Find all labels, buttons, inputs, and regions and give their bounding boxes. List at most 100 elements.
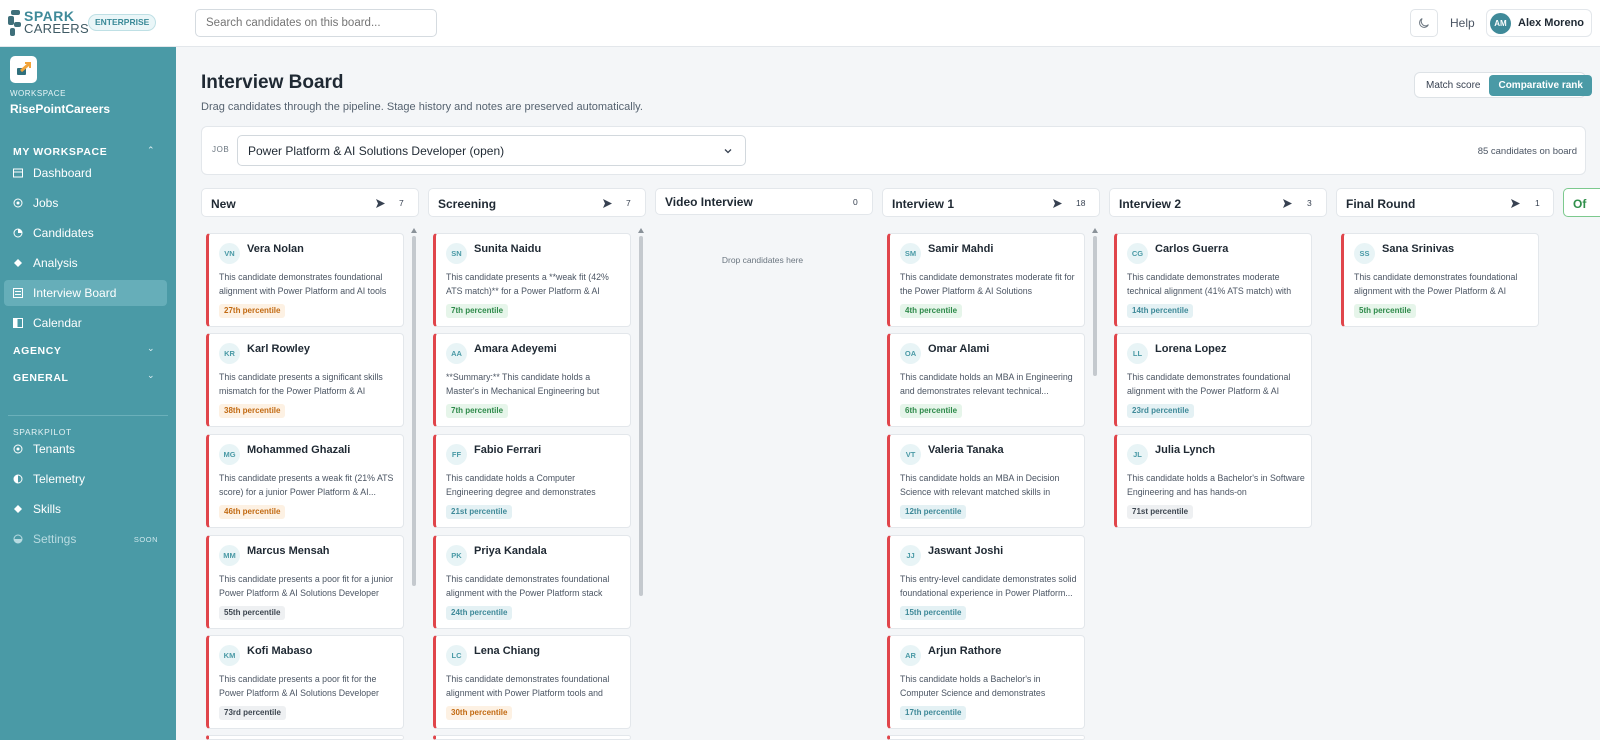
candidate-card[interactable]: FF Fabio Ferrari This candidate holds a … bbox=[433, 434, 631, 528]
candidate-card[interactable]: MM Marcus Mensah This candidate presents… bbox=[206, 535, 404, 629]
sidebar-item-skills[interactable]: Skills bbox=[4, 496, 167, 522]
column-title: Of bbox=[1573, 197, 1587, 211]
column-header-final-round[interactable]: Final Round 1 bbox=[1336, 188, 1554, 217]
percentile-badge: 21st percentile bbox=[446, 505, 513, 519]
avatar: AM bbox=[1490, 12, 1511, 34]
candidate-card[interactable] bbox=[433, 735, 631, 740]
moon-icon bbox=[1419, 18, 1429, 28]
candidate-card[interactable]: AR Arjun Rathore This candidate holds a … bbox=[887, 635, 1085, 729]
candidate-name: Fabio Ferrari bbox=[474, 444, 542, 456]
workspace-name[interactable]: RisePointCareers bbox=[10, 102, 110, 116]
chevron-up-icon[interactable]: ⌃ bbox=[147, 145, 155, 156]
job-select[interactable]: Power Platform & AI Solutions Developer … bbox=[237, 135, 746, 166]
percentile-badge: 23rd percentile bbox=[1127, 404, 1194, 418]
avatar: SS bbox=[1354, 243, 1375, 264]
avatar: AR bbox=[900, 645, 921, 666]
send-icon[interactable] bbox=[1282, 198, 1293, 209]
sidebar-item-dashboard[interactable]: Dashboard bbox=[4, 160, 167, 186]
sidebar-item-calendar[interactable]: Calendar bbox=[4, 310, 167, 336]
chevron-down-icon[interactable]: ⌄ bbox=[147, 343, 155, 354]
column-header-screening[interactable]: Screening 7 bbox=[428, 188, 646, 217]
candidate-name: Mohammed Ghazali bbox=[247, 444, 351, 456]
sidebar-item-telemetry[interactable]: Telemetry bbox=[4, 466, 167, 492]
avatar: JL bbox=[1127, 444, 1148, 465]
comparative-rank-toggle[interactable]: Comparative rank bbox=[1489, 74, 1592, 96]
candidate-card[interactable]: SS Sana Srinivas This candidate demonstr… bbox=[1341, 233, 1539, 327]
send-icon[interactable] bbox=[1510, 198, 1521, 209]
candidate-summary: This candidate demonstrates foundational… bbox=[219, 272, 387, 296]
avatar: AA bbox=[446, 343, 467, 364]
candidate-card[interactable]: KR Karl Rowley This candidate presents a… bbox=[206, 333, 404, 427]
candidate-card[interactable]: PK Priya Kandala This candidate demonstr… bbox=[433, 535, 631, 629]
candidate-card[interactable]: JL Julia Lynch This candidate holds a Ba… bbox=[1114, 434, 1312, 528]
column-header-offer[interactable]: Of bbox=[1563, 188, 1600, 217]
job-select-value: Power Platform & AI Solutions Developer … bbox=[248, 143, 505, 158]
send-icon[interactable] bbox=[602, 198, 613, 209]
percentile-badge: 7th percentile bbox=[446, 304, 509, 318]
top-bar: SPARK CAREERS ENTERPRISE Help AM Alex Mo… bbox=[0, 0, 1600, 47]
send-icon[interactable] bbox=[1052, 198, 1063, 209]
scroll-up-icon[interactable] bbox=[411, 228, 417, 233]
job-label: JOB bbox=[212, 145, 230, 154]
section-general[interactable]: GENERAL bbox=[13, 372, 69, 384]
column-header-video-interview[interactable]: Video Interview 0 bbox=[655, 188, 873, 215]
scroll-up-icon[interactable] bbox=[1092, 228, 1098, 233]
candidate-summary: This candidate holds a Bachelor's in Sof… bbox=[1127, 473, 1305, 497]
sidebar-item-tenants[interactable]: Tenants bbox=[4, 436, 167, 462]
candidate-card[interactable]: VN Vera Nolan This candidate demonstrate… bbox=[206, 233, 404, 327]
column-header-interview-2[interactable]: Interview 2 3 bbox=[1109, 188, 1327, 217]
candidate-card[interactable]: LC Lena Chiang This candidate demonstrat… bbox=[433, 635, 631, 729]
column-scrollbar[interactable] bbox=[1093, 236, 1097, 376]
candidate-summary: This candidate holds an MBA in Engineeri… bbox=[900, 372, 1073, 396]
match-score-toggle[interactable]: Match score bbox=[1417, 75, 1489, 96]
avatar: CG bbox=[1127, 243, 1148, 264]
workspace-logo bbox=[10, 56, 37, 83]
column-scrollbar[interactable] bbox=[412, 236, 416, 586]
help-link[interactable]: Help bbox=[1450, 16, 1475, 30]
candidate-summary: This candidate presents a poor fit for a… bbox=[219, 574, 394, 598]
sidebar-item-candidates[interactable]: Candidates bbox=[4, 220, 167, 246]
column-scrollbar[interactable] bbox=[639, 236, 643, 596]
board-icon bbox=[13, 288, 23, 298]
candidate-summary: This candidate holds a Computer Engineer… bbox=[446, 473, 596, 497]
sidebar-item-interview-board[interactable]: Interview Board bbox=[4, 280, 167, 306]
user-menu[interactable]: AM Alex Moreno bbox=[1486, 9, 1592, 37]
candidate-card[interactable]: JJ Jaswant Joshi This entry-level candid… bbox=[887, 535, 1085, 629]
candidate-card[interactable] bbox=[206, 735, 404, 740]
sidebar-item-analysis[interactable]: Analysis bbox=[4, 250, 167, 276]
candidate-card[interactable]: MG Mohammed Ghazali This candidate prese… bbox=[206, 434, 404, 528]
candidate-card[interactable]: CG Carlos Guerra This candidate demonstr… bbox=[1114, 233, 1312, 327]
candidate-card[interactable]: SN Sunita Naidu This candidate presents … bbox=[433, 233, 631, 327]
chevron-down-icon[interactable]: ⌄ bbox=[147, 370, 155, 381]
percentile-badge: 30th percentile bbox=[446, 706, 513, 720]
candidate-card[interactable]: LL Lorena Lopez This candidate demonstra… bbox=[1114, 333, 1312, 427]
spark-careers-logo[interactable]: SPARK CAREERS bbox=[8, 8, 89, 36]
section-agency[interactable]: AGENCY bbox=[13, 345, 62, 357]
enterprise-badge: ENTERPRISE bbox=[88, 14, 157, 31]
candidate-name: Samir Mahdi bbox=[928, 243, 994, 255]
scroll-up-icon[interactable] bbox=[638, 228, 644, 233]
candidate-summary: This candidate demonstrates foundational… bbox=[1354, 272, 1518, 296]
candidate-card[interactable] bbox=[887, 735, 1085, 740]
candidate-name: Carlos Guerra bbox=[1155, 243, 1229, 255]
send-icon[interactable] bbox=[375, 198, 386, 209]
candidate-card[interactable]: KM Kofi Mabaso This candidate presents a… bbox=[206, 635, 404, 729]
column-header-new[interactable]: New 7 bbox=[201, 188, 419, 217]
section-my-workspace[interactable]: MY WORKSPACE bbox=[13, 146, 107, 158]
candidate-card[interactable]: AA Amara Adeyemi **Summary:** This candi… bbox=[433, 333, 631, 427]
column-title: Video Interview bbox=[665, 195, 753, 209]
candidate-summary: This candidate holds an MBA in Decision … bbox=[900, 473, 1060, 497]
sidebar-item-jobs[interactable]: Jobs bbox=[4, 190, 167, 216]
column-title: Interview 2 bbox=[1119, 197, 1182, 211]
column-header-interview-1[interactable]: Interview 1 18 bbox=[882, 188, 1100, 217]
candidate-card[interactable]: VT Valeria Tanaka This candidate holds a… bbox=[887, 434, 1085, 528]
candidate-card[interactable]: OA Omar Alami This candidate holds an MB… bbox=[887, 333, 1085, 427]
percentile-badge: 4th percentile bbox=[900, 304, 963, 318]
search-input[interactable] bbox=[195, 9, 437, 37]
avatar: JJ bbox=[900, 545, 921, 566]
theme-toggle-button[interactable] bbox=[1410, 9, 1438, 37]
jobs-icon bbox=[13, 198, 23, 208]
candidate-card[interactable]: SM Samir Mahdi This candidate demonstrat… bbox=[887, 233, 1085, 327]
column-title: New bbox=[211, 197, 236, 211]
candidate-name: Lorena Lopez bbox=[1155, 343, 1227, 355]
